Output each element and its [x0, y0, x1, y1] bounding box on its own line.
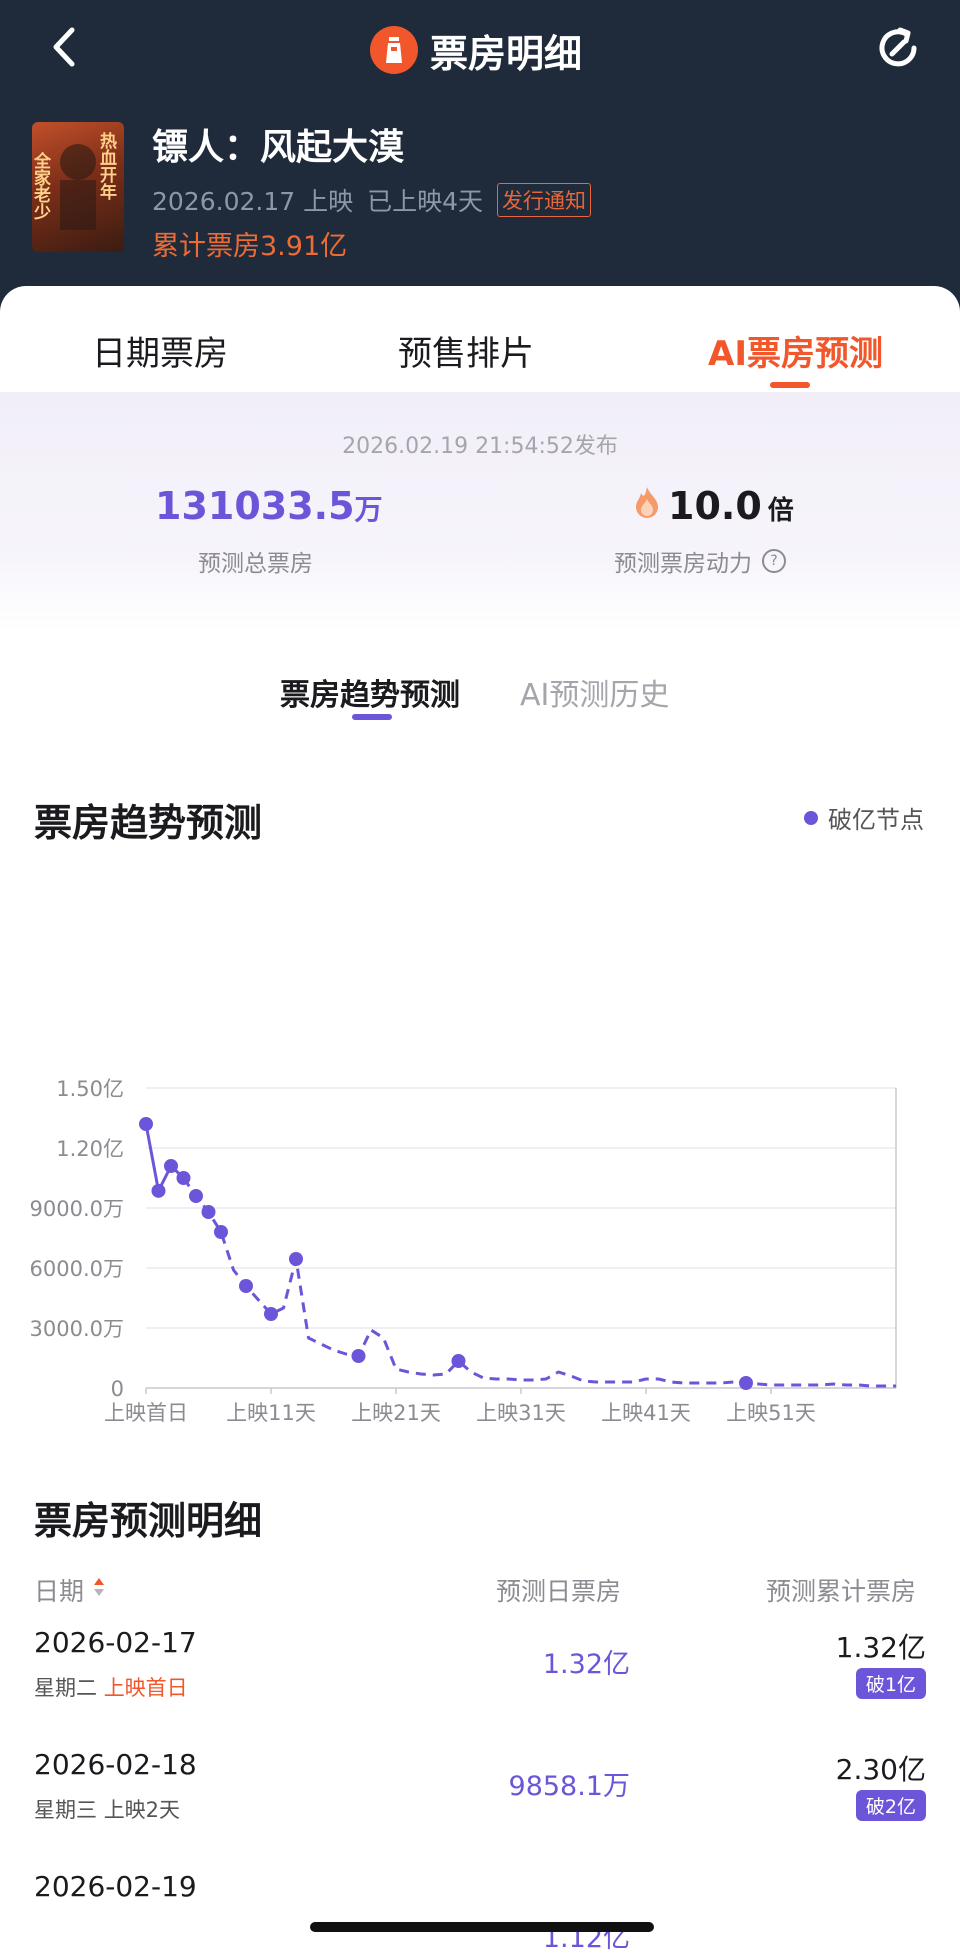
detail-title: 票房预测明细 — [34, 1499, 263, 1543]
forecast-total-label: 预测总票房 — [198, 551, 313, 577]
cumulative-box-office: 累计票房3.91亿 — [152, 231, 348, 262]
refresh-icon[interactable] — [870, 20, 926, 76]
y-tick-label: 1.50亿 — [56, 1077, 124, 1101]
header-title-group: 票房明细 — [370, 22, 582, 78]
back-icon[interactable] — [40, 22, 90, 72]
data-point-marker — [151, 1183, 166, 1198]
home-indicator — [310, 1922, 654, 1932]
momentum-value-group: 10.0 倍 — [632, 484, 794, 528]
row-date: 2026-02-17 — [34, 1626, 197, 1659]
forecast-total-value: 131033.5万 — [155, 484, 383, 528]
x-tick-label: 上映21天 — [351, 1401, 441, 1425]
data-point-marker — [451, 1354, 466, 1368]
row-tag: 上映首日 — [103, 1676, 188, 1700]
row-tag: 上映2天 — [103, 1798, 181, 1822]
data-point-marker — [189, 1189, 203, 1203]
x-tick-label: 上映首日 — [104, 1401, 188, 1425]
help-icon[interactable]: ? — [762, 549, 786, 573]
tab-daily-box-office[interactable]: 日期票房 — [92, 326, 228, 375]
publish-time: 2026.02.19 21:54:52发布 — [342, 434, 618, 459]
column-header-daily: 预测日票房 — [496, 1577, 622, 1606]
chart-legend[interactable]: 破亿节点 — [804, 800, 924, 835]
poster-tagline: 全家老少 — [32, 151, 52, 220]
momentum-label-group: 预测票房动力 ? — [614, 544, 786, 578]
column-header-cumulative: 预测累计票房 — [766, 1577, 917, 1606]
milestone-badge: 破2亿 — [855, 1790, 926, 1821]
release-date: 2026.02.17 上映 — [152, 187, 354, 216]
y-tick-label: 6000.0万 — [30, 1257, 124, 1281]
x-tick-label: 上映11天 — [226, 1401, 316, 1425]
data-point-marker — [739, 1376, 753, 1390]
row-cumulative-value: 1.32亿 — [835, 1631, 926, 1664]
row-date: 2026-02-18 — [34, 1748, 197, 1781]
active-subtab-indicator — [352, 714, 392, 720]
chart-title: 票房趋势预测 — [34, 801, 263, 845]
legend-dot — [804, 810, 818, 825]
row-cumulative-value: 2.30亿 — [835, 1753, 926, 1786]
row-subinfo: 星期二 上映首日 — [34, 1672, 188, 1702]
data-point-marker — [239, 1279, 253, 1293]
row-daily-value: 9858.1万 — [508, 1771, 630, 1802]
top-header: 票房明细 全家老少 热血开年 镖人：风起大漠 2026.02.17 上映 已上映… — [0, 0, 960, 330]
subtab-trend-forecast[interactable]: 票房趋势预测 — [280, 670, 460, 714]
poster-tagline-2: 热血开年 — [96, 131, 117, 201]
tab-ai-forecast[interactable]: AI票房预测 — [708, 326, 883, 375]
movie-title: 镖人：风起大漠 — [152, 127, 405, 168]
milestone-badge: 破1亿 — [855, 1668, 926, 1699]
forecast-total-number: 131033.5 — [155, 484, 355, 528]
data-point-marker — [176, 1171, 191, 1185]
y-tick-label: 0 — [111, 1377, 124, 1401]
x-tick-label: 上映51天 — [726, 1401, 816, 1425]
data-point-marker — [214, 1225, 228, 1239]
series-line-forecast — [182, 1177, 896, 1388]
y-tick-label: 9000.0万 — [30, 1197, 124, 1221]
data-point-marker — [164, 1159, 178, 1173]
x-tick-label: 上映31天 — [476, 1401, 566, 1425]
active-tab-indicator — [770, 382, 810, 388]
data-point-marker — [201, 1205, 216, 1219]
notice-badge[interactable]: 发行通知 — [497, 183, 591, 217]
tab-presale-schedule[interactable]: 预售排片 — [398, 326, 534, 375]
content-card: 日期票房 预售排片 AI票房预测 2026.02.19 21:54:52发布 1… — [0, 286, 960, 1954]
column-date-label: 日期 — [34, 1577, 85, 1606]
movie-poster[interactable]: 全家老少 热血开年 — [32, 122, 124, 252]
column-header-date[interactable]: 日期 — [34, 1572, 106, 1608]
y-tick-label: 3000.0万 — [30, 1317, 124, 1341]
data-point-marker — [139, 1117, 153, 1131]
row-subinfo: 星期三 上映2天 — [34, 1794, 180, 1824]
data-point-marker — [264, 1307, 278, 1321]
flame-icon — [632, 485, 662, 523]
row-weekday: 星期二 — [34, 1676, 97, 1700]
momentum-label: 预测票房动力 — [614, 551, 752, 577]
sort-icon[interactable] — [92, 1575, 106, 1605]
subtab-ai-history[interactable]: AI预测历史 — [520, 670, 669, 714]
forecast-total-unit: 万 — [354, 493, 383, 526]
data-point-marker — [351, 1349, 366, 1363]
row-weekday: 星期三 — [34, 1798, 97, 1822]
legend-label: 破亿节点 — [828, 806, 924, 834]
momentum-unit: 倍 — [767, 496, 794, 526]
forecast-summary: 2026.02.19 21:54:52发布 131033.5万 预测总票房 10… — [0, 392, 960, 632]
days-showing: 已上映4天 — [367, 187, 483, 216]
page-title: 票房明细 — [430, 31, 583, 76]
row-daily-value: 1.32亿 — [542, 1649, 630, 1680]
momentum-value: 10.0 — [668, 484, 762, 528]
trend-chart: 0 3000.0万 6000.0万 9000.0万 1.20亿 1.50亿上映首日 上映11… — [30, 1077, 897, 1425]
lighthouse-logo-icon — [370, 26, 418, 74]
row-date: 2026-02-19 — [34, 1870, 197, 1903]
release-info: 2026.02.17 上映 已上映4天 发行通知 — [152, 182, 591, 218]
x-tick-label: 上映41天 — [601, 1401, 691, 1425]
y-tick-label: 1.20亿 — [56, 1137, 124, 1161]
data-point-marker — [289, 1252, 303, 1266]
